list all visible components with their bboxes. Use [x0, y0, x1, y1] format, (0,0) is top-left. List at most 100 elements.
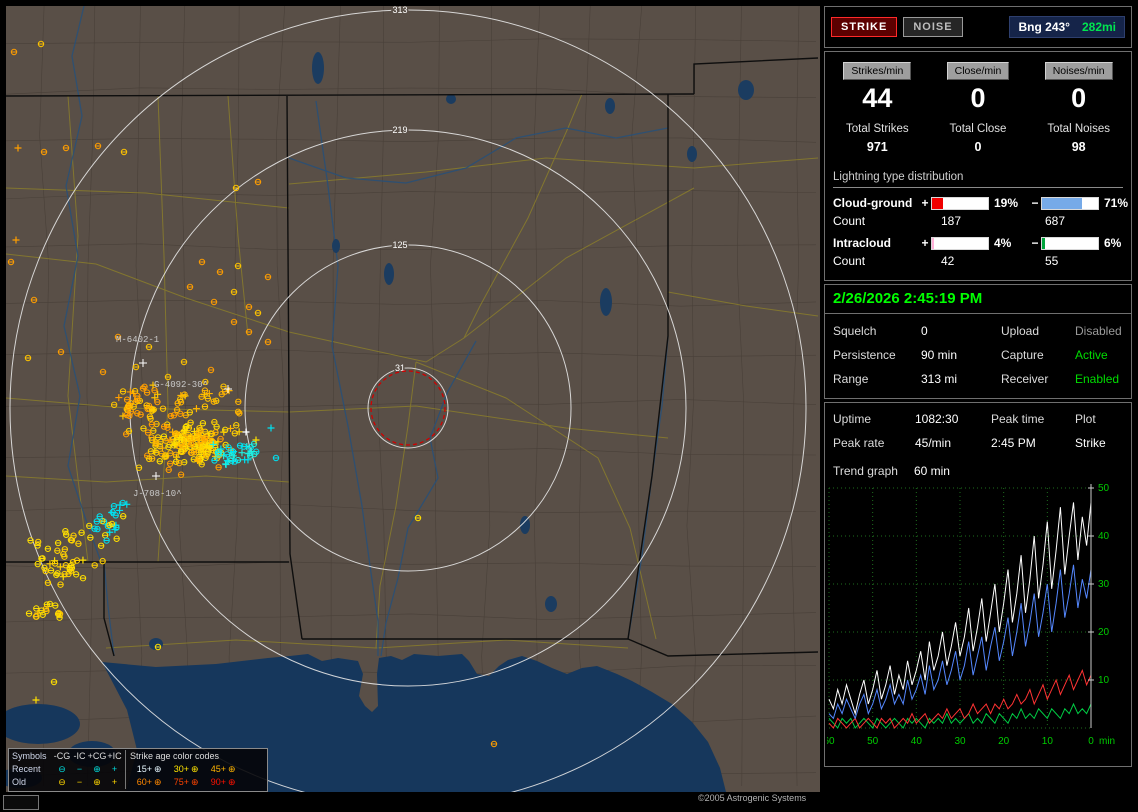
cg-minus-bar: [1041, 197, 1099, 210]
lightning-map[interactable]: 31125219313M-6402-1G-4092-30^J-708-10^: [6, 6, 820, 792]
plot-value: Strike: [1075, 436, 1123, 450]
ic-plus-count: 42: [919, 254, 1031, 268]
age-code-icon: ⊕: [228, 763, 241, 776]
total-noises-value: 98: [1028, 140, 1129, 154]
control-panel: STRIKE NOISE Bng 243° 282mi Strikes/min …: [824, 6, 1132, 770]
trend-x-unit: min: [1099, 736, 1115, 747]
noises-per-min-chip[interactable]: Noises/min: [1045, 62, 1113, 80]
count-label: Count: [833, 214, 919, 228]
ic-minus-icon: −: [72, 763, 87, 776]
cloud-ground-row: Cloud-ground + 19% − 71%: [833, 196, 1123, 210]
legend-age-codes: 60+⊕75+⊕90+⊕: [125, 776, 241, 789]
ic-minus-percent: 6%: [1099, 236, 1133, 250]
trend-section: Uptime 1082:30 Peak time Plot Peak rate …: [824, 402, 1132, 767]
total-strikes-value: 971: [827, 140, 928, 154]
plot-label: Plot: [1075, 412, 1123, 426]
age-code-label: 15+: [130, 763, 152, 776]
age-code-label: 45+: [204, 763, 226, 776]
distribution-title: Lightning type distribution: [833, 168, 1123, 188]
trend-x-label: 40: [911, 736, 923, 747]
trend-x-label: 20: [998, 736, 1010, 747]
trend-y-label: 10: [1098, 675, 1110, 686]
squelch-value: 0: [921, 324, 1001, 338]
upload-status: Disabled: [1075, 324, 1123, 338]
cg-minus-icon: ⊖: [52, 776, 72, 789]
range-ring-label: 219: [392, 125, 407, 135]
bearing-value: Bng 243°: [1018, 20, 1069, 34]
strike-mode-button[interactable]: STRIKE: [831, 17, 897, 37]
age-code-icon: ⊕: [191, 763, 204, 776]
cg-minus-percent: 71%: [1099, 196, 1133, 210]
persistence-value: 90 min: [921, 348, 1001, 362]
trend-x-label: 30: [954, 736, 966, 747]
noise-mode-button[interactable]: NOISE: [903, 17, 962, 37]
receiver-status: Enabled: [1075, 372, 1123, 386]
ic-plus-bar: [931, 237, 989, 250]
ic-minus-bar: [1041, 237, 1099, 250]
bearing-distance: 282mi: [1082, 20, 1116, 34]
minus-sign: −: [1029, 236, 1041, 250]
legend-col-+IC: +IC: [107, 750, 122, 763]
legend-col-+CG: +CG: [87, 750, 107, 763]
persistence-label: Persistence: [833, 348, 921, 362]
range-label: Range: [833, 372, 921, 386]
age-code-label: 60+: [130, 776, 152, 789]
cg-minus-icon: ⊖: [52, 763, 72, 776]
cg-plus-count: 187: [919, 214, 1031, 228]
age-code-icon: ⊕: [228, 776, 241, 789]
cg-plus-icon: ⊕: [87, 763, 107, 776]
peak-rate-label: Peak rate: [833, 436, 915, 450]
trend-x-label: 10: [1042, 736, 1054, 747]
trend-window-value: 60 min: [914, 464, 950, 478]
legend-symbols-title: Symbols: [12, 750, 52, 763]
intracloud-label: Intracloud: [833, 236, 919, 250]
copyright-text: ©2005 Astrogenic Systems: [698, 793, 806, 803]
legend-col--CG: -CG: [52, 750, 72, 763]
intracloud-row: Intracloud + 4% − 6%: [833, 236, 1123, 250]
trend-y-label: 40: [1098, 531, 1110, 542]
datetime-display: 2/26/2026 2:45:19 PM: [825, 285, 1131, 314]
age-code-icon: ⊕: [191, 776, 204, 789]
upload-label: Upload: [1001, 324, 1075, 338]
trend-graph-label: Trend graph: [833, 464, 898, 478]
squelch-label: Squelch: [833, 324, 921, 338]
legend-row-Old: Old ⊖ − ⊕ + 60+⊕75+⊕90+⊕: [12, 776, 264, 789]
range-ring-label: 125: [392, 240, 407, 250]
peak-time-value: 2:45 PM: [991, 436, 1075, 450]
age-code-label: 30+: [167, 763, 189, 776]
ic-plus-percent: 4%: [989, 236, 1029, 250]
trend-grid: [829, 488, 1091, 728]
capture-label: Capture: [1001, 348, 1075, 362]
age-code-label: 90+: [204, 776, 226, 789]
close-per-min-chip[interactable]: Close/min: [947, 62, 1010, 80]
close-per-min-value: 0: [928, 83, 1029, 114]
strikes-per-min-chip[interactable]: Strikes/min: [843, 62, 911, 80]
cg-minus-count: 687: [1031, 214, 1138, 228]
trend-graph-header: Trend graph 60 min: [825, 452, 1131, 478]
peak-time-label: Peak time: [991, 412, 1075, 426]
trend-graph: 50403020106050403020100min: [827, 482, 1131, 764]
total-close-value: 0: [928, 140, 1029, 154]
plus-sign: +: [919, 236, 931, 250]
legend-row-Recent: Recent ⊖ − ⊕ + 15+⊕30+⊕45+⊕: [12, 763, 264, 776]
trend-x-label: 60: [827, 736, 835, 747]
close-column: Close/min 0 Total Close 0: [928, 61, 1029, 154]
map-view[interactable]: 31125219313M-6402-1G-4092-30^J-708-10^ S…: [6, 6, 820, 792]
strikes-column: Strikes/min 44 Total Strikes 971: [827, 61, 928, 154]
uptime-stats-grid: Uptime 1082:30 Peak time Plot Peak rate …: [825, 403, 1131, 452]
peak-rate-value: 45/min: [915, 436, 991, 450]
range-ring-label: 313: [392, 6, 407, 15]
rate-grid: Strikes/min 44 Total Strikes 971 Close/m…: [825, 52, 1131, 156]
map-legend: Symbols-CG-IC+CG+ICStrike age color code…: [8, 748, 268, 792]
cloud-ground-label: Cloud-ground: [833, 196, 919, 210]
rates-section: Strikes/min 44 Total Strikes 971 Close/m…: [824, 51, 1132, 281]
taskbar-item[interactable]: [3, 795, 39, 810]
bearing-display: Bng 243° 282mi: [1009, 16, 1125, 38]
legend-row-label: Recent: [12, 763, 52, 776]
config-grid: Squelch 0 Upload Disabled Persistence 90…: [825, 314, 1131, 398]
capture-status: Active: [1075, 348, 1123, 362]
storm-cell-label: G-4092-30^: [154, 380, 208, 390]
mode-section: STRIKE NOISE Bng 243° 282mi: [824, 6, 1132, 48]
ic-minus-icon: −: [72, 776, 87, 789]
receiver-label: Receiver: [1001, 372, 1075, 386]
